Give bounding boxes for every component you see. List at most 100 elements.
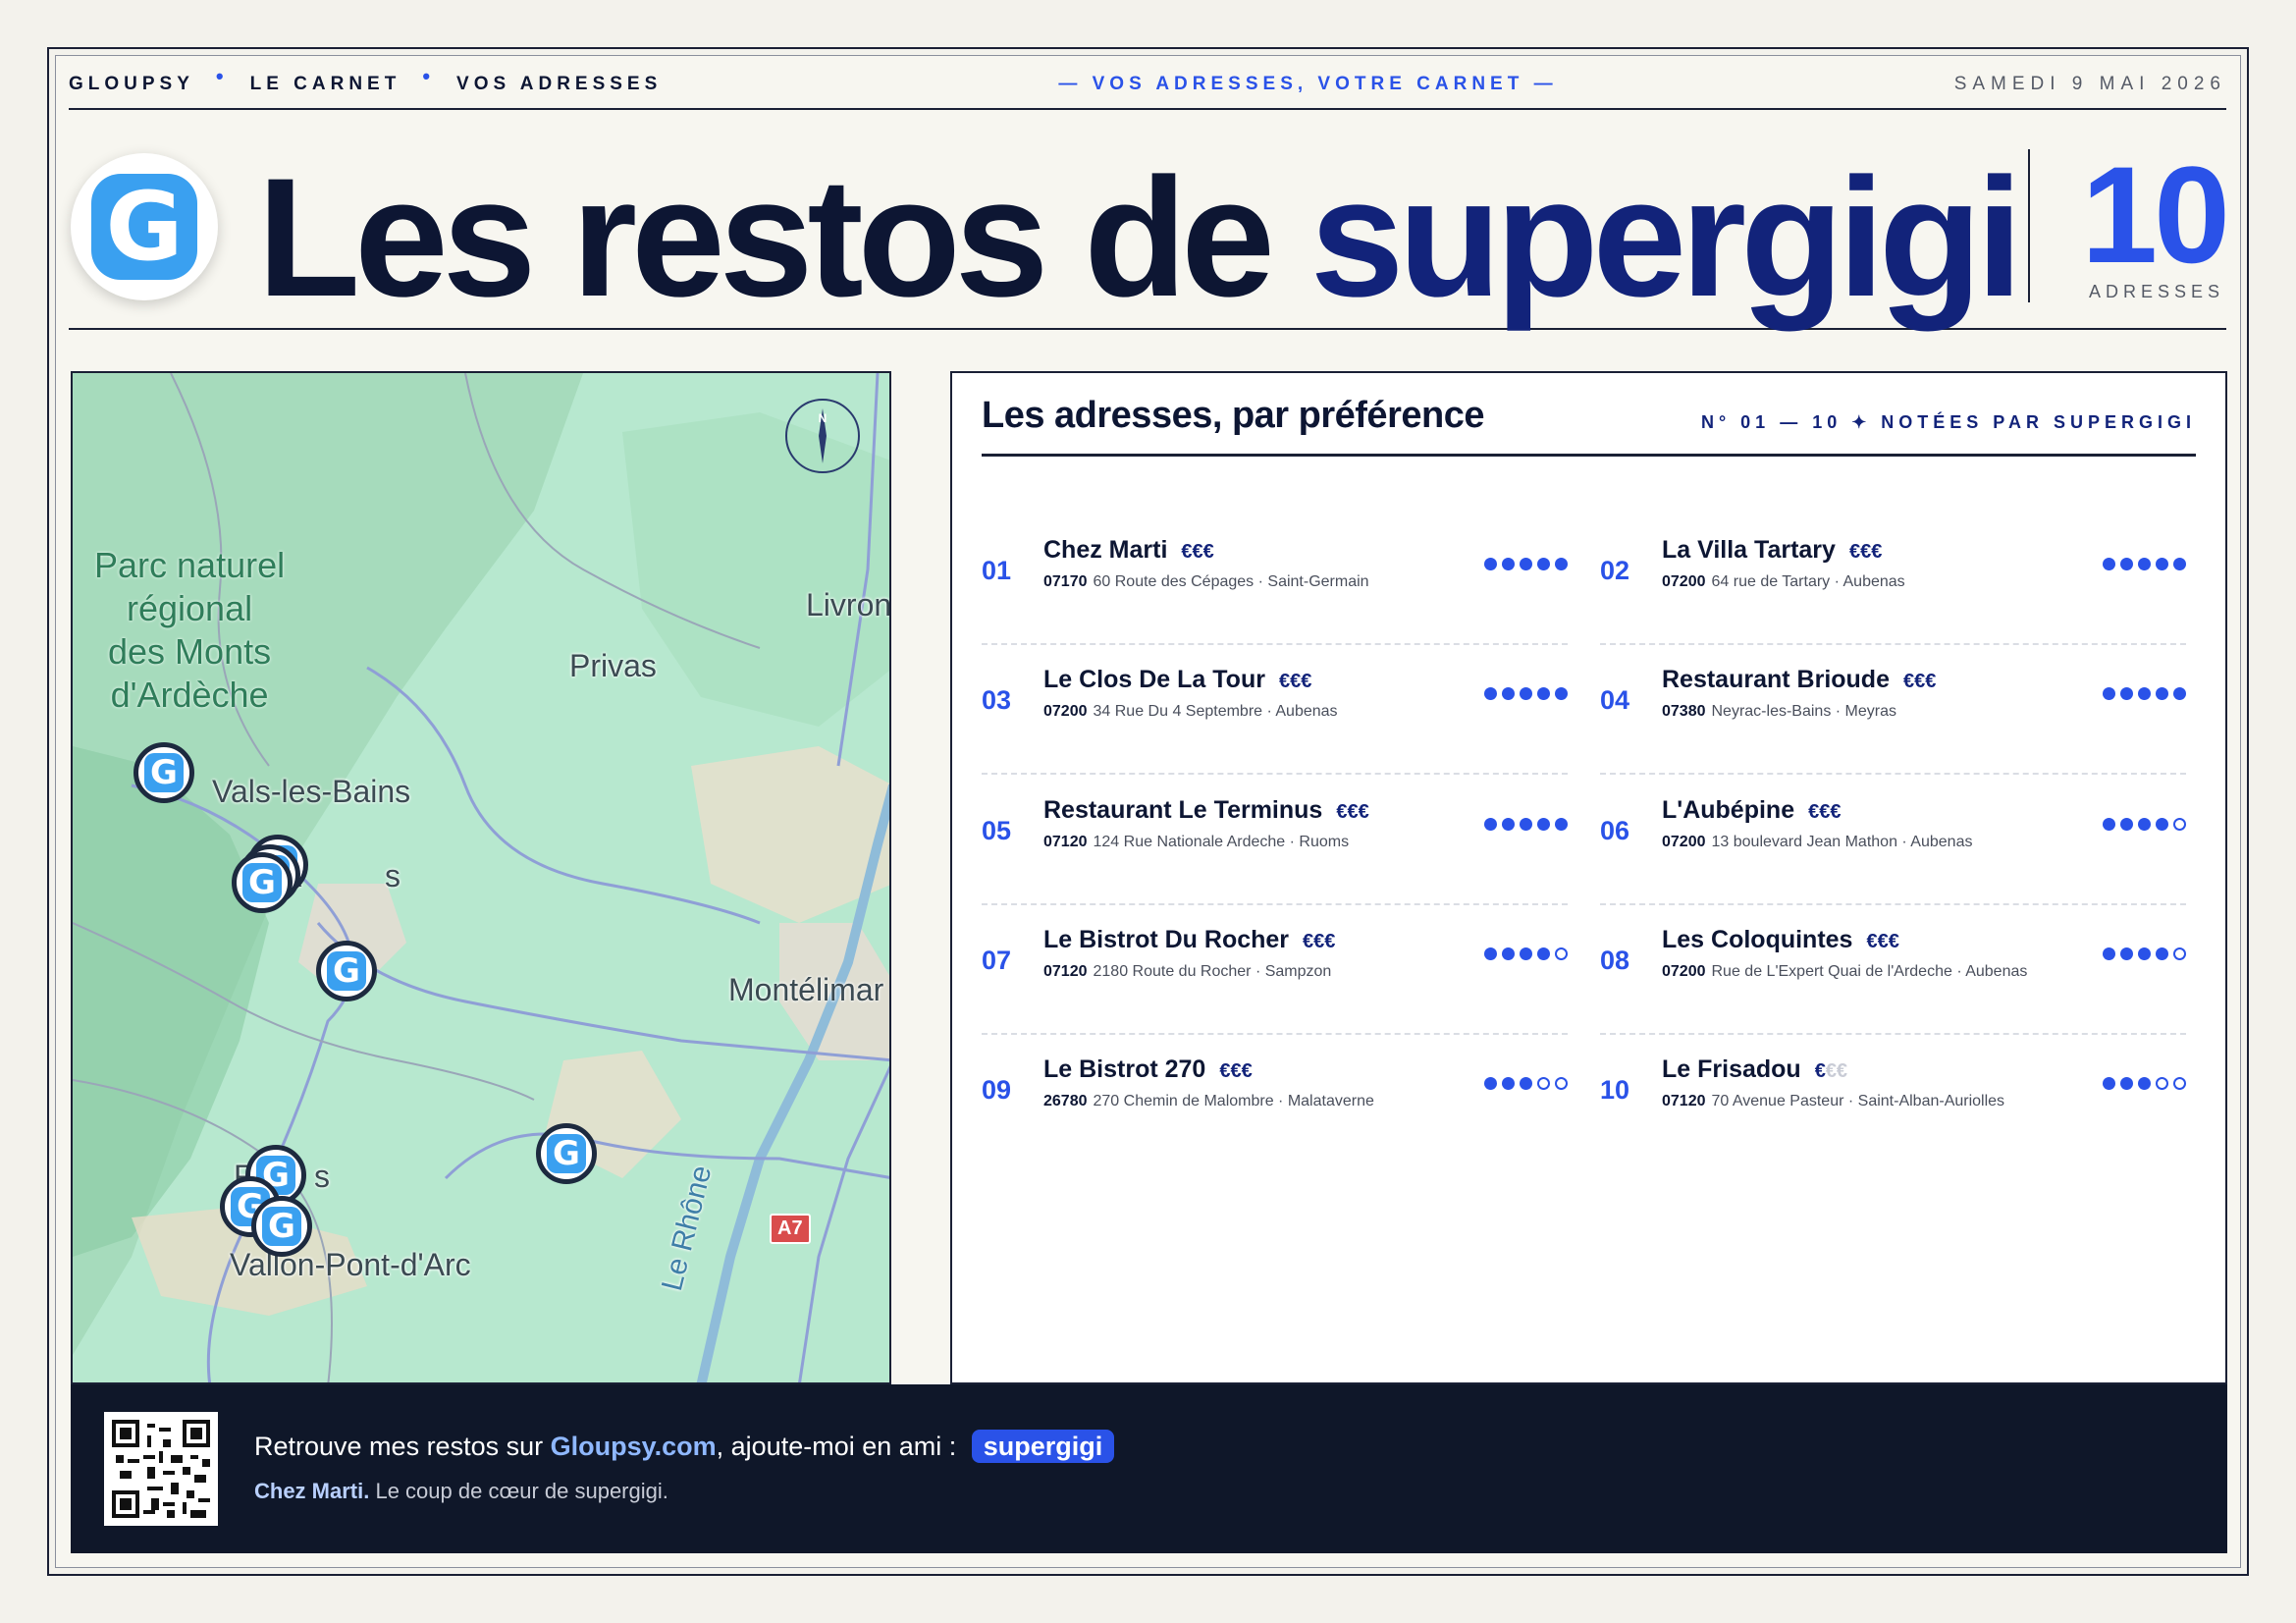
price-level: €€€ [1219,1060,1252,1082]
rating-dot [2138,947,2151,960]
rating-dot [1502,687,1515,700]
price-level: €€€ [1903,671,1936,692]
username-badge[interactable]: supergigi [971,1430,1115,1463]
price-active: €€€ [1808,801,1842,823]
list-item[interactable]: 04 Restaurant Brioude €€€ 07380 Neyrac-les-B… [1600,648,2186,778]
entry-address: 07120 124 Rue Nationale Ardeche · Ruoms [1043,834,1349,851]
rating-dot [2103,558,2115,570]
rating-dot [1537,818,1550,831]
map-pin-saint-germain[interactable]: G [316,941,377,1001]
pin-g-icon: G [242,863,282,902]
list-item[interactable]: 06 L'Aubépine €€€ 07200 13 boulevard Jean Ma… [1600,779,2186,908]
entry-rank: 08 [1600,946,1630,975]
pin-g-icon: G [327,951,366,991]
map-pin-vals[interactable]: G [133,742,194,803]
postal-code: 26780 [1043,1093,1088,1109]
footer-banner: Retrouve mes restos sur Gloupsy.com, ajo… [71,1384,2227,1553]
list-item[interactable]: 10 Le Frisadou €€€ 07120 70 Avenue Pasteur ·… [1600,1038,2186,1167]
list-subtitle: N° 01 — 10 ✦ NOTÉES PAR SUPERGIGI [1700,412,2196,432]
street-address: 34 Rue Du 4 Septembre · Aubenas [1093,703,1338,720]
entry-name-row: Le Bistrot Du Rocher €€€ [1043,926,1335,954]
restaurant-name[interactable]: Le Bistrot 270 [1043,1055,1205,1083]
street-address: Neyrac-les-Bains · Meyras [1711,703,1896,720]
entry-divider [982,773,1568,775]
gloupsy-link[interactable]: Gloupsy.com [551,1432,717,1461]
restaurant-name[interactable]: Le Frisadou [1662,1055,1801,1083]
rating-dot [2156,558,2168,570]
restaurant-name[interactable]: Chez Marti [1043,536,1167,564]
favorite-text: Le coup de cœur de supergigi. [369,1479,668,1503]
price-level: €€€ [1181,541,1213,563]
entry-name-row: Le Clos De La Tour €€€ [1043,666,1311,694]
list-item[interactable]: 08 Les Coloquintes €€€ 07200 Rue de L'Expert… [1600,908,2186,1038]
postal-code: 07380 [1662,703,1706,720]
entry-rank: 09 [982,1075,1012,1105]
restaurant-name[interactable]: Les Coloquintes [1662,926,1852,953]
map-pin-malataverne[interactable]: G [536,1123,597,1184]
compass-n-label: N [819,411,828,425]
street-address: 124 Rue Nationale Ardeche · Ruoms [1093,834,1350,850]
postal-code: 07120 [1662,1093,1706,1109]
rating-dot [2173,687,2186,700]
rating-dot [1502,947,1515,960]
entry-address: 26780 270 Chemin de Malombre · Malatavern… [1043,1093,1374,1110]
gloupsy-logo[interactable]: G [71,153,218,300]
nav-separator-dot: • [215,64,229,88]
price-active: €€€ [1181,541,1214,563]
address-list-panel: Les adresses, par préférence N° 01 — 10 … [950,371,2227,1384]
street-address: 270 Chemin de Malombre · Malataverne [1093,1093,1374,1109]
list-item[interactable]: 05 Restaurant Le Terminus €€€ 07120 124 Rue … [982,779,1568,908]
rating-dot [1537,687,1550,700]
price-inactive: €€ [1825,1060,1848,1082]
rating-dots [2103,558,2186,570]
postal-code: 07200 [1043,703,1088,720]
rating-dot [1520,558,1532,570]
nav-vos-adresses[interactable]: VOS ADRESSES [456,74,662,95]
entry-address: 07200 34 Rue Du 4 Septembre · Aubenas [1043,703,1338,721]
list-item[interactable]: 03 Le Clos De La Tour €€€ 07200 34 Rue Du 4 … [982,648,1568,778]
park-label-line: d'Ardèche [110,675,269,715]
rating-dots [1484,818,1568,831]
nav-separator-dot: • [422,64,436,88]
pin-g-icon: G [262,1207,301,1246]
qr-code[interactable] [104,1412,218,1526]
list-item[interactable]: 01 Chez Marti €€€ 07170 60 Route des Cépages… [982,518,1568,648]
restaurant-name[interactable]: Restaurant Le Terminus [1043,796,1322,824]
footer-favorite: Chez Marti. Le coup de cœur de supergigi… [254,1479,668,1504]
rating-dot [1555,818,1568,831]
list-header: Les adresses, par préférence N° 01 — 10 … [982,395,2196,457]
nav-gloupsy[interactable]: GLOUPSY [69,74,194,95]
compass-icon[interactable]: N [785,399,860,473]
price-active: €€€ [1866,931,1899,952]
price-active: € [1814,1060,1826,1082]
top-nav: GLOUPSY • LE CARNET • VOS ADRESSES [69,64,662,97]
rating-dot [2120,1077,2133,1090]
entry-name-row: Les Coloquintes €€€ [1662,926,1899,954]
rating-dot [1484,1077,1497,1090]
price-active: €€€ [1303,931,1336,952]
price-active: €€€ [1336,801,1369,823]
entry-rank: 07 [982,946,1012,975]
count-label: ADRESSES [2088,282,2224,301]
restaurant-name[interactable]: Le Clos De La Tour [1043,666,1265,693]
park-label-line: des Monts [108,631,272,672]
list-item[interactable]: 09 Le Bistrot 270 €€€ 26780 270 Chemin de Ma… [982,1038,1568,1167]
entry-name-row: Le Frisadou €€€ [1662,1055,1847,1084]
entry-address: 07200 13 boulevard Jean Mathon · Aubenas [1662,834,1972,851]
restaurant-name[interactable]: La Villa Tartary [1662,536,1836,564]
map-pin-saint-alban[interactable]: G [251,1196,312,1257]
rating-dot [1520,687,1532,700]
restaurant-map[interactable]: Parc naturel régional des Monts d'Ardèch… [71,371,891,1384]
rating-dots [2103,687,2186,700]
restaurant-name[interactable]: L'Aubépine [1662,796,1794,824]
street-address: 2180 Route du Rocher · Sampzon [1093,963,1332,980]
postal-code: 07200 [1662,834,1706,850]
nav-le-carnet[interactable]: LE CARNET [250,74,401,95]
restaurant-name[interactable]: Le Bistrot Du Rocher [1043,926,1289,953]
map-pin-aubenas[interactable]: G [232,852,293,913]
postal-code: 07200 [1662,963,1706,980]
restaurant-name[interactable]: Restaurant Brioude [1662,666,1890,693]
rating-dot [2138,687,2151,700]
list-item[interactable]: 07 Le Bistrot Du Rocher €€€ 07120 2180 Route… [982,908,1568,1038]
list-item[interactable]: 02 La Villa Tartary €€€ 07200 64 rue de Tart… [1600,518,2186,648]
